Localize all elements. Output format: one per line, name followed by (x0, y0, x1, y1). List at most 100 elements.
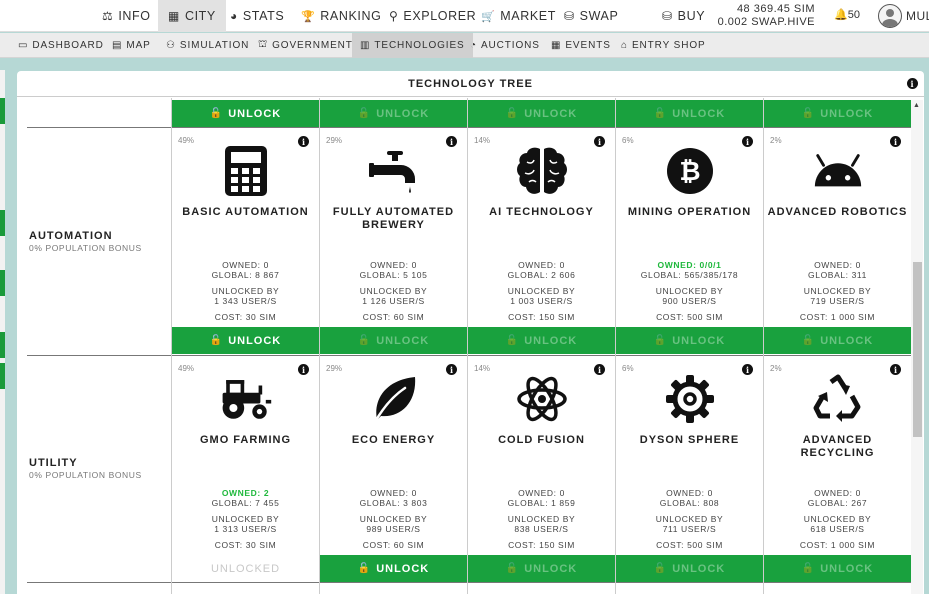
tab-auctions-label: AUCTIONS (480, 40, 540, 51)
tech-card: 6% i ₿ MINING OPERATION OWNED: 0/0/1 GLO… (616, 128, 763, 327)
unlock-label: UNLOCK (524, 562, 578, 575)
tech-stats: OWNED: 0 GLOBAL: 311 UNLOCKED BY 719 USE… (764, 260, 911, 322)
tractor-icon (219, 372, 273, 426)
tech-percentage: 49% (178, 136, 195, 145)
nav-ranking-label: RANKING (320, 9, 382, 23)
side-marker (0, 332, 5, 358)
tech-name: ADVANCED RECYCLING (800, 434, 875, 459)
unlocked-by-label: UNLOCKED BY (211, 286, 280, 296)
info-icon[interactable]: i (907, 78, 918, 89)
unlocked-by-label: UNLOCKED BY (211, 514, 280, 524)
sub-navigation: ▭ DASHBOARD ▤ MAP ⚇ SIMULATION ⛫ GOVERNM… (0, 33, 929, 58)
cost-value: COST: 60 SIM (362, 312, 425, 322)
tech-stats: OWNED: 0/0/1 GLOBAL: 565/385/178 UNLOCKE… (616, 260, 763, 322)
tech-grid: 🔓 UNLOCK 🔓 UNLOCK 🔓 UNLOCK 🔓 UNLOCK 🔓 UNLOCK … (17, 98, 911, 594)
tab-dashboard[interactable]: ▭ DASHBOARD (18, 33, 104, 58)
tab-dashboard-label: DASHBOARD (32, 40, 104, 51)
scrollbar-thumb[interactable] (913, 262, 922, 437)
tab-auctions[interactable]: ◔ AUCTIONS (470, 33, 540, 58)
tech-card: 49% i BASIC AUTOMATION OWNED: 0 GLOBAL: … (172, 128, 319, 327)
unlock-button[interactable]: 🔓 UNLOCK (172, 327, 319, 354)
tab-entry-shop[interactable]: ⌂ ENTRY SHOP (621, 33, 706, 58)
unlock-label: UNLOCK (672, 334, 726, 347)
info-icon[interactable]: i (446, 364, 457, 375)
unlocked-by-label: UNLOCKED BY (507, 514, 576, 524)
calculator-icon (219, 144, 273, 198)
unlocked-status: UNLOCKED (172, 555, 319, 582)
owned-value: OWNED: 2 (221, 488, 270, 498)
unlock-icon: 🔓 (653, 335, 668, 346)
tech-percentage: 14% (474, 364, 491, 373)
tab-government[interactable]: ⛫ GOVERNMENT (258, 33, 353, 58)
tech-card: 6% i DYSON SPHERE OWNED: 0 GLOBAL: 808 U… (616, 356, 763, 555)
unlock-button[interactable]: 🔓 UNLOCK (320, 555, 467, 582)
tech-name: ADVANCED ROBOTICS (767, 206, 908, 218)
global-value: GLOBAL: 565/385/178 (640, 270, 739, 280)
wallet-balance[interactable]: 48 369.45 SIM 0.002 SWAP.HIVE (718, 3, 815, 29)
info-icon[interactable]: i (298, 136, 309, 147)
info-icon[interactable]: i (446, 136, 457, 147)
nav-market-label: MARKET (500, 9, 556, 23)
tech-percentage: 49% (178, 364, 195, 373)
unlocked-by-label: UNLOCKED BY (655, 514, 724, 524)
map-icon: ▤ (112, 40, 123, 51)
tech-stats: OWNED: 0 GLOBAL: 808 UNLOCKED BY 711 USE… (616, 488, 763, 550)
tech-stats: OWNED: 0 GLOBAL: 1 859 UNLOCKED BY 838 U… (468, 488, 615, 550)
nav-ranking[interactable]: 🏆 RANKING (301, 0, 381, 32)
tech-percentage: 29% (326, 136, 343, 145)
nav-info[interactable]: ⚖ INFO (102, 0, 151, 32)
people-icon: ⚇ (166, 40, 176, 51)
info-icon[interactable]: i (890, 136, 901, 147)
owned-value: OWNED: 0 (370, 260, 417, 270)
nav-explorer[interactable]: ⚲ EXPLORER (389, 0, 476, 32)
unlocked-by-label: UNLOCKED BY (507, 286, 576, 296)
owned-value: OWNED: 0 (666, 488, 713, 498)
nav-swap[interactable]: ⛁ SWAP (564, 0, 618, 32)
pie-chart-icon: ◕ (230, 9, 238, 23)
scrollbar[interactable]: ▲ (911, 100, 923, 594)
owned-value: OWNED: 0/0/1 (657, 260, 722, 270)
info-icon[interactable]: i (742, 364, 753, 375)
unlock-button-disabled: 🔓 UNLOCK (764, 100, 911, 127)
tab-technologies[interactable]: ▥ TECHNOLOGIES (352, 33, 473, 58)
brain-icon (515, 144, 569, 198)
nav-market[interactable]: 🛒 MARKET (481, 0, 556, 32)
tab-map-label: MAP (126, 40, 151, 51)
cost-value: COST: 150 SIM (508, 312, 575, 322)
avatar (878, 4, 902, 28)
nav-buy[interactable]: ⛁ BUY (662, 0, 705, 32)
tech-percentage: 29% (326, 364, 343, 373)
tech-percentage: 2% (770, 364, 782, 373)
owned-value: OWNED: 0 (370, 488, 417, 498)
cost-value: COST: 500 SIM (656, 540, 723, 550)
info-icon[interactable]: i (298, 364, 309, 375)
unlocked-label: UNLOCKED (210, 562, 281, 575)
tab-simulation[interactable]: ⚇ SIMULATION (166, 33, 249, 58)
user-menu[interactable]: MUL (878, 4, 929, 28)
android-icon (811, 144, 865, 198)
tab-technologies-label: TECHNOLOGIES (374, 40, 465, 51)
tab-map[interactable]: ▤ MAP (112, 33, 151, 58)
nav-city[interactable]: ▦ CITY (158, 0, 226, 32)
leaf-icon (367, 372, 421, 426)
info-icon[interactable]: i (890, 364, 901, 375)
nav-stats[interactable]: ◕ STATS (230, 0, 284, 32)
tech-card: 2% i ADVANCED ROBOTICS OWNED: 0 GLOBAL: … (764, 128, 911, 327)
info-icon[interactable]: i (594, 136, 605, 147)
unlock-button[interactable]: 🔓 UNLOCK (172, 100, 319, 127)
tab-events[interactable]: ▦ EVENTS (551, 33, 611, 58)
bell-icon: 🔔 (834, 9, 848, 21)
unlocked-by-label: UNLOCKED BY (359, 514, 428, 524)
unlock-label: UNLOCK (376, 107, 430, 120)
unlock-icon: 🔓 (357, 108, 372, 119)
gear-icon (663, 372, 717, 426)
tech-name: BASIC AUTOMATION (182, 206, 309, 218)
unlock-button-disabled: 🔓 UNLOCK (616, 327, 763, 354)
scroll-up-arrow-icon[interactable]: ▲ (913, 102, 920, 109)
unlocked-by-value: 900 USER/S (662, 296, 717, 306)
unlocked-by-value: 1 313 USER/S (214, 524, 277, 534)
info-icon[interactable]: i (742, 136, 753, 147)
notifications-button[interactable]: 🔔50 (834, 8, 860, 21)
unlock-label: UNLOCK (820, 562, 874, 575)
info-icon[interactable]: i (594, 364, 605, 375)
